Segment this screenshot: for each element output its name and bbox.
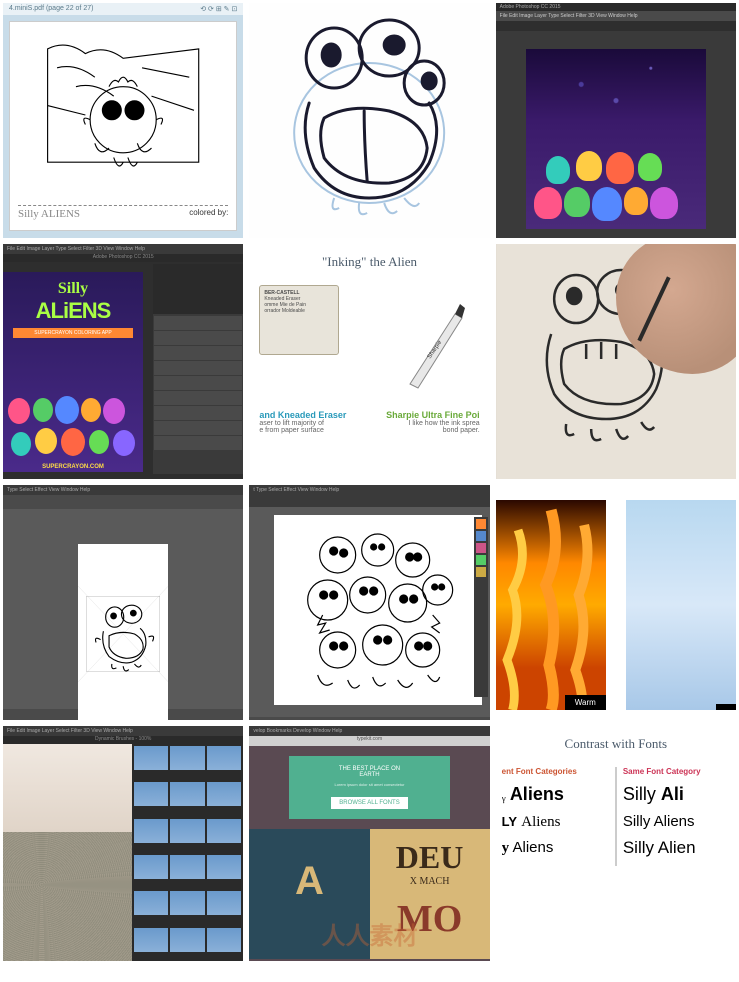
typekit-card: THE BEST PLACE ON EARTH Lorem ipsum dolo… bbox=[289, 756, 449, 819]
cat-different: ent Font Categories bbox=[502, 767, 609, 776]
url-bar[interactable]: typekit.com bbox=[249, 736, 489, 746]
bridge-thumb[interactable] bbox=[134, 782, 168, 806]
ps-tab: Dynamic Brushes - 100% bbox=[3, 736, 243, 744]
warm-label: Warm bbox=[565, 695, 606, 710]
fire-image: Warm bbox=[496, 500, 606, 710]
tile-hand-drawing[interactable] bbox=[496, 244, 736, 479]
ps-menu-2: File Edit Image Layer Type Select Filter… bbox=[3, 244, 243, 254]
preview-pane bbox=[3, 744, 132, 961]
logo-silly: Silly bbox=[3, 280, 143, 298]
tile-photoshop-layers[interactable]: File Edit Image Layer Type Select Filter… bbox=[3, 244, 243, 479]
ps-options-bar bbox=[496, 21, 736, 31]
tile-bridge-browser[interactable]: File Edit Image Layer Select Filter 3D V… bbox=[3, 726, 243, 961]
layer-row[interactable] bbox=[154, 376, 242, 390]
bridge-thumb[interactable] bbox=[170, 746, 204, 770]
poster-canvas: Silly ALiENS SUPERCRAYON COLORING APP SU… bbox=[3, 272, 143, 472]
ps-menu: File Edit Image Layer Type Select Filter… bbox=[496, 11, 736, 21]
ai-artboard-2 bbox=[274, 515, 481, 705]
sharpie-pen: Sharpie bbox=[400, 294, 480, 394]
ai-menu: Type Select Effect View Window Help bbox=[3, 485, 243, 495]
browse-fonts-button[interactable]: BROWSE ALL FONTS bbox=[331, 797, 407, 809]
ai-toolbar bbox=[3, 495, 243, 509]
pdf-titlebar: 4.miniS.pdf (page 22 of 27) ⟲ ⟳ ⊞ ✎ ⊡ bbox=[3, 3, 243, 15]
pdf-filename: 4.miniS.pdf (page 22 of 27) bbox=[9, 5, 93, 13]
ai-menu-2: t Type Select Effect View Window Help bbox=[249, 485, 489, 495]
coloring-page: Silly ALIENS colored by: bbox=[9, 21, 237, 231]
tile-illustrator-single[interactable]: Type Select Effect View Window Help bbox=[3, 485, 243, 720]
pdf-tools: ⟲ ⟳ ⊞ ✎ ⊡ bbox=[200, 5, 237, 13]
bridge-thumb[interactable] bbox=[170, 928, 204, 952]
tile-font-contrast[interactable]: Contrast with Fonts ent Font Categories … bbox=[496, 726, 736, 961]
colored-by-label: colored by: bbox=[189, 208, 228, 220]
thumbnail-browser bbox=[132, 744, 243, 961]
inking-title: "Inking" the Alien bbox=[259, 254, 479, 270]
thumbnail-grid: 4.miniS.pdf (page 22 of 27) ⟲ ⟳ ⊞ ✎ ⊡ Si… bbox=[0, 0, 739, 964]
bridge-thumb[interactable] bbox=[170, 782, 204, 806]
kneaded-eraser: BER-CASTELL Kneaded Eraser omme Mie de P… bbox=[259, 285, 339, 355]
sharpie-caption: Sharpie Ultra Fine Poi bbox=[385, 410, 480, 420]
tile-inking[interactable]: "Inking" the Alien BER-CASTELL Kneaded E… bbox=[249, 244, 489, 479]
tile-alien-sketch[interactable] bbox=[249, 3, 489, 238]
tile-warm-cold[interactable]: Warm bbox=[496, 485, 736, 720]
bridge-thumb[interactable] bbox=[170, 891, 204, 915]
layer-row[interactable] bbox=[154, 331, 242, 345]
tile-pdf-coloring[interactable]: 4.miniS.pdf (page 22 of 27) ⟲ ⟳ ⊞ ✎ ⊡ Si… bbox=[3, 3, 243, 238]
ps-canvas bbox=[526, 49, 706, 229]
layer-row[interactable] bbox=[154, 316, 242, 330]
tagline: SUPERCRAYON COLORING APP bbox=[13, 328, 133, 338]
safari-menu: velop Bookmarks Develop Window Help bbox=[249, 726, 489, 736]
col-same: Same Font Category Silly Ali Silly Alien… bbox=[615, 767, 736, 866]
layer-row[interactable] bbox=[154, 361, 242, 375]
ai-artboard bbox=[78, 544, 168, 720]
ps-menu-3: File Edit Image Layer Select Filter 3D V… bbox=[3, 726, 243, 736]
bridge-thumb[interactable] bbox=[207, 855, 241, 879]
cat-same: Same Font Category bbox=[623, 767, 730, 776]
layer-row[interactable] bbox=[154, 406, 242, 420]
layer-row[interactable] bbox=[154, 421, 242, 435]
poster-url: SUPERCRAYON.COM bbox=[3, 464, 143, 470]
tile-illustrator-group[interactable]: t Type Select Effect View Window Help bbox=[249, 485, 489, 720]
ps-title: Adobe Photoshop CC 2015 bbox=[496, 3, 736, 11]
cold-label bbox=[716, 704, 736, 710]
bridge-thumb[interactable] bbox=[207, 746, 241, 770]
bridge-thumb[interactable] bbox=[170, 855, 204, 879]
ps-title-2: Adobe Photoshop CC 2015 bbox=[3, 254, 243, 262]
eraser-caption: and Kneaded Eraser bbox=[259, 410, 354, 420]
contrast-title: Contrast with Fonts bbox=[496, 736, 736, 752]
bridge-thumb[interactable] bbox=[170, 819, 204, 843]
watermark: 人人素材 bbox=[321, 916, 417, 951]
bridge-thumb[interactable] bbox=[207, 928, 241, 952]
bridge-thumb[interactable] bbox=[134, 855, 168, 879]
tile-typekit[interactable]: velop Bookmarks Develop Window Help type… bbox=[249, 726, 489, 961]
tile-photoshop-canvas[interactable]: Adobe Photoshop CC 2015 File Edit Image … bbox=[496, 3, 736, 238]
bridge-thumb[interactable] bbox=[134, 928, 168, 952]
layer-row[interactable] bbox=[154, 391, 242, 405]
logo-aliens: ALiENS bbox=[3, 298, 143, 324]
logo-silly-aliens: Silly ALIENS bbox=[18, 208, 80, 220]
bridge-thumb[interactable] bbox=[207, 819, 241, 843]
layer-row[interactable] bbox=[154, 436, 242, 450]
bridge-thumb[interactable] bbox=[134, 746, 168, 770]
bridge-thumb[interactable] bbox=[134, 891, 168, 915]
ai-toolbar-2 bbox=[249, 495, 489, 507]
snow-image bbox=[626, 500, 736, 710]
col-different: ent Font Categories ᵧ Aliens LY Aliens y… bbox=[496, 767, 615, 866]
bridge-thumb[interactable] bbox=[207, 782, 241, 806]
bridge-thumb[interactable] bbox=[134, 819, 168, 843]
ai-right-panel bbox=[474, 517, 488, 697]
layer-row[interactable] bbox=[154, 346, 242, 360]
layers-panel bbox=[153, 264, 243, 474]
bridge-thumb[interactable] bbox=[207, 891, 241, 915]
